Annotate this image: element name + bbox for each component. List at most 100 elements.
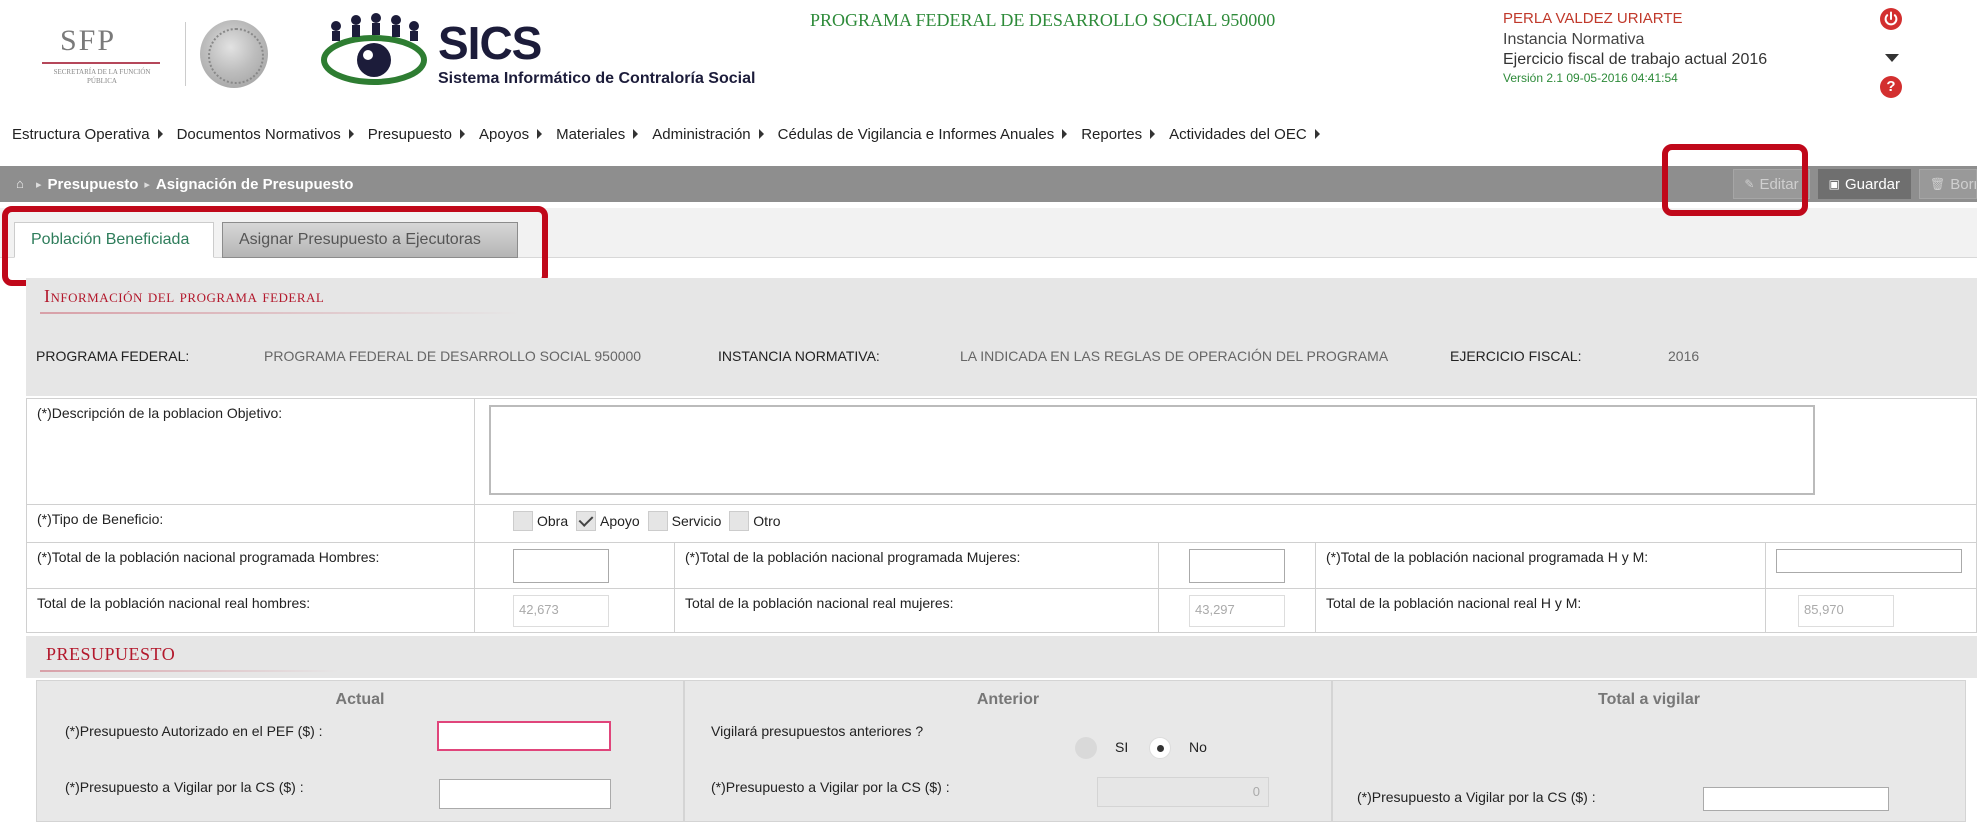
anterior-heading: Anterior bbox=[976, 691, 1040, 708]
prog-hym-input[interactable] bbox=[1776, 549, 1962, 573]
prog-hym-cell bbox=[1765, 542, 1977, 589]
breadcrumb: ⌂ ▸ Presupuesto ▸ Asignación de Presupue… bbox=[0, 166, 1977, 202]
real-mujeres-label: Total de la población nacional real muje… bbox=[674, 588, 1159, 633]
sics-logo: SICS Sistema Informático de Contraloría … bbox=[318, 10, 778, 90]
prog-mujeres-label: (*)Total de la población nacional progra… bbox=[674, 542, 1159, 589]
user-role: Instancia Normativa bbox=[1503, 31, 1645, 48]
menu-item-materiales[interactable]: Materiales bbox=[556, 126, 639, 143]
ejercicio-value: 2016 bbox=[1668, 348, 1700, 364]
checkbox-otro-label: Otro bbox=[753, 513, 781, 529]
autorizado-input[interactable] bbox=[437, 721, 611, 751]
real-hombres-cell: 42,673 bbox=[474, 588, 675, 633]
breadcrumb-item-presupuesto[interactable]: Presupuesto bbox=[48, 176, 139, 193]
real-hombres-label: Total de la población nacional real homb… bbox=[26, 588, 475, 633]
menu-arrow-icon bbox=[1314, 129, 1320, 139]
menu-item-apoyos[interactable]: Apoyos bbox=[479, 126, 543, 143]
actual-heading: Actual bbox=[335, 691, 385, 708]
total-vigilar-label: (*)Presupuesto a Vigilar por la CS ($) : bbox=[1357, 789, 1596, 805]
app-header: SFP SECRETARÍA DE LA FUNCIÓN PÚBLICA SIC… bbox=[0, 0, 1977, 110]
checkbox-otro[interactable] bbox=[729, 511, 750, 531]
descripcion-textarea[interactable] bbox=[489, 405, 1815, 495]
breadcrumb-separator-icon: ▸ bbox=[36, 178, 42, 191]
presupuesto-anterior-column: Anterior Vigilará presupuestos anteriore… bbox=[684, 680, 1332, 822]
radio-si-label: SI bbox=[1115, 739, 1129, 755]
section-underline bbox=[40, 670, 340, 672]
menu-arrow-icon bbox=[348, 129, 354, 139]
menu-item-documentos-normativos[interactable]: Documentos Normativos bbox=[177, 126, 354, 143]
checkbox-obra[interactable] bbox=[513, 511, 533, 531]
radio-no[interactable] bbox=[1149, 737, 1171, 759]
programa-value: PROGRAMA FEDERAL DE DESARROLLO SOCIAL 95… bbox=[264, 348, 642, 364]
real-hym-cell: 85,970 bbox=[1765, 588, 1977, 633]
power-icon[interactable] bbox=[1880, 8, 1902, 30]
header-divider bbox=[185, 22, 186, 86]
menu-item-actividades-oec[interactable]: Actividades del OEC bbox=[1169, 126, 1320, 143]
menu-arrow-icon bbox=[758, 129, 764, 139]
breadcrumb-separator-icon: ▸ bbox=[144, 178, 150, 191]
instancia-value: LA INDICADA EN LAS REGLAS DE OPERACIÓN D… bbox=[960, 348, 1389, 364]
menu-item-presupuesto[interactable]: Presupuesto bbox=[368, 126, 466, 143]
sics-subtitle: Sistema Informático de Contraloría Socia… bbox=[438, 70, 756, 87]
sics-eye-icon bbox=[321, 13, 427, 85]
menu-arrow-icon bbox=[633, 129, 639, 139]
program-info-panel: Información del programa federal PROGRAM… bbox=[26, 278, 1977, 396]
sfp-logo-subtitle: SECRETARÍA DE LA FUNCIÓN PÚBLICA bbox=[53, 68, 151, 85]
tipo-beneficio-cell: Obra Apoyo Servicio Otro bbox=[474, 504, 1977, 543]
national-seal-logo bbox=[200, 20, 268, 88]
user-info: PERLA VALDEZ URIARTE Instancia Normativa… bbox=[1503, 10, 1863, 85]
anterior-vigilar-input: 0 bbox=[1097, 777, 1269, 807]
tab-strip: Población Beneficiada Asignar Presupuest… bbox=[0, 208, 1977, 258]
tab-poblacion-beneficiada[interactable]: Población Beneficiada bbox=[14, 222, 214, 258]
prog-hombres-cell bbox=[474, 542, 675, 589]
descripcion-cell bbox=[474, 398, 1977, 505]
anterior-question-label: Vigilará presupuestos anteriores ? bbox=[711, 723, 924, 739]
presupuesto-total-column: Total a vigilar (*)Presupuesto a Vigilar… bbox=[1332, 680, 1966, 822]
prog-mujeres-input[interactable] bbox=[1189, 549, 1285, 583]
menu-arrow-icon bbox=[1150, 129, 1156, 139]
menu-item-estructura-operativa[interactable]: Estructura Operativa bbox=[12, 126, 163, 143]
program-info-row: PROGRAMA FEDERAL: PROGRAMA FEDERAL DE DE… bbox=[36, 348, 1936, 370]
total-heading: Total a vigilar bbox=[1598, 691, 1700, 708]
total-vigilar-input[interactable] bbox=[1703, 787, 1889, 811]
menu-arrow-icon bbox=[1062, 129, 1068, 139]
program-info-title: Información del programa federal bbox=[44, 286, 325, 306]
action-toolbar: ✎ Editar ▣ Guardar 🗑 Borrar bbox=[1733, 166, 1977, 202]
checkbox-servicio[interactable] bbox=[647, 511, 668, 531]
sfp-logo-line bbox=[42, 62, 160, 64]
delete-button[interactable]: 🗑 Borrar bbox=[1919, 169, 1977, 199]
home-icon[interactable]: ⌂ bbox=[16, 177, 30, 191]
user-name: PERLA VALDEZ URIARTE bbox=[1503, 10, 1683, 27]
fiscal-year: Ejercicio fiscal de trabajo actual 2016 bbox=[1503, 51, 1768, 68]
presupuesto-header: PRESUPUESTO bbox=[26, 636, 1977, 678]
floppy-disk-icon: ▣ bbox=[1828, 177, 1840, 191]
anterior-vigilar-label: (*)Presupuesto a Vigilar por la CS ($) : bbox=[711, 779, 950, 795]
help-icon[interactable]: ? bbox=[1880, 76, 1902, 98]
user-menu-caret-icon[interactable] bbox=[1885, 54, 1899, 62]
presupuesto-actual-column: Actual (*)Presupuesto Autorizado en el P… bbox=[36, 680, 684, 822]
instancia-label: INSTANCIA NORMATIVA: bbox=[718, 348, 880, 364]
sics-title: SICS bbox=[438, 17, 542, 69]
prog-hym-label: (*)Total de la población nacional progra… bbox=[1315, 542, 1766, 589]
prog-hombres-input[interactable] bbox=[513, 549, 609, 583]
save-button[interactable]: ▣ Guardar bbox=[1817, 169, 1911, 199]
sfp-logo-text: SFP bbox=[60, 24, 117, 57]
breadcrumb-item-asignacion: Asignación de Presupuesto bbox=[155, 175, 354, 193]
presupuesto-title: PRESUPUESTO bbox=[46, 644, 176, 664]
checkbox-servicio-label: Servicio bbox=[671, 513, 722, 529]
actual-vigilar-input[interactable] bbox=[439, 779, 611, 809]
tab-asignar-presupuesto[interactable]: Asignar Presupuesto a Ejecutoras bbox=[222, 222, 518, 258]
edit-button[interactable]: ✎ Editar bbox=[1733, 169, 1810, 199]
autorizado-label: (*)Presupuesto Autorizado en el PEF ($) … bbox=[65, 723, 323, 739]
pencil-icon: ✎ bbox=[1744, 177, 1755, 191]
prog-hombres-label: (*)Total de la población nacional progra… bbox=[26, 542, 475, 589]
real-hombres-value: 42,673 bbox=[513, 595, 609, 627]
menu-item-cedulas[interactable]: Cédulas de Vigilancia e Informes Anuales bbox=[778, 126, 1068, 143]
checkbox-apoyo[interactable] bbox=[576, 511, 597, 531]
menu-arrow-icon bbox=[537, 129, 543, 139]
radio-si[interactable] bbox=[1075, 737, 1097, 759]
menu-item-reportes[interactable]: Reportes bbox=[1081, 126, 1156, 143]
programa-label: PROGRAMA FEDERAL: bbox=[36, 348, 190, 364]
tipo-beneficio-label: (*)Tipo de Beneficio: bbox=[26, 504, 475, 543]
sfp-logo: SFP SECRETARÍA DE LA FUNCIÓN PÚBLICA bbox=[20, 20, 170, 88]
menu-item-administracion[interactable]: Administración bbox=[652, 126, 764, 143]
